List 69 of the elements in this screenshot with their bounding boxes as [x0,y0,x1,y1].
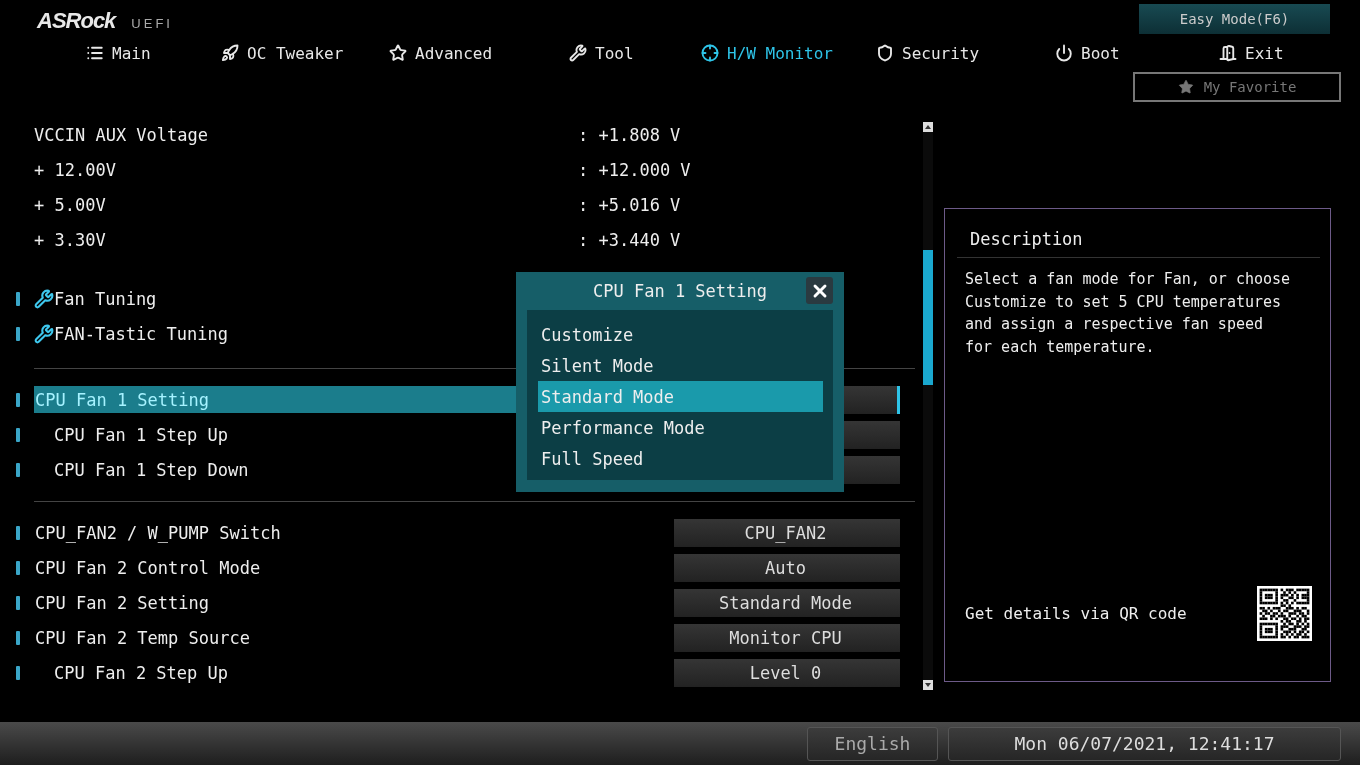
brand-subtitle: UEFI [131,16,173,31]
value-field[interactable]: Monitor CPU [674,623,900,652]
nav-tab[interactable]: Boot [1055,43,1219,63]
description-title: Description [957,229,1320,258]
row-marker [16,392,20,407]
popup-title: CPU Fan 1 Setting [593,281,767,301]
date-time: Mon 06/07/2021, 12:41:17 [948,726,1341,761]
nav-tab[interactable]: OC Tweaker [221,43,389,63]
reading-label: + 12.00V [34,159,117,180]
reading-value: : +5.016 V [578,194,681,215]
row-marker [16,462,20,477]
scroll-up-icon[interactable] [923,122,933,132]
row-marker [16,560,20,575]
value-field[interactable]: Standard Mode [674,588,900,617]
door-icon [1219,44,1237,62]
popup-option[interactable]: Silent Mode [538,350,823,381]
row-marker [16,595,20,610]
tool-link[interactable]: FAN-Tastic Tuning [54,323,228,344]
rocket-icon [221,44,239,62]
wrench-icon [569,44,587,62]
setting-label[interactable]: CPU_FAN2 / W_PUMP Switch [34,519,674,546]
row-marker [16,427,20,442]
reading-value: : +12.000 V [578,159,691,180]
qr-caption: Get details via QR code [965,604,1187,623]
reading-label: + 5.00V [34,194,107,215]
easy-mode-button[interactable]: Easy Mode(F6) [1139,4,1330,34]
row-marker [16,525,20,540]
qr-code [1257,586,1312,641]
scroll-thumb[interactable] [923,250,933,385]
popup-option[interactable]: Performance Mode [538,412,823,443]
row-marker [16,665,20,680]
my-favorite-button[interactable]: My Favorite [1133,72,1341,102]
row-marker [16,326,20,341]
crosshair-icon [701,44,719,62]
tool-link[interactable]: Fan Tuning [54,288,157,309]
shield-icon [876,44,894,62]
description-text: Select a fan mode for Fan, or choose Customize to set 5 CPU temperatures and assign a respective fan speed for each temperature. [965,269,1292,358]
reading-value: : +3.440 V [578,229,681,250]
reading-label: VCCIN AUX Voltage [34,124,209,145]
row-marker [16,291,20,306]
value-field[interactable]: Level 0 [674,658,900,687]
star-icon [389,44,407,62]
scroll-down-icon[interactable] [923,680,933,690]
value-field[interactable]: Auto [674,553,900,582]
scrollbar[interactable] [923,122,933,690]
wrench-icon [34,323,54,344]
list-icon [86,44,104,62]
setting-label[interactable]: CPU Fan 2 Control Mode [34,554,674,581]
popup-option[interactable]: Full Speed [538,443,823,474]
reading-value: : +1.808 V [578,124,681,145]
wrench-icon [34,288,54,309]
star-icon [1177,79,1194,95]
setting-label[interactable]: CPU Fan 2 Temp Source [34,624,674,651]
popup-option[interactable]: Customize [538,319,823,350]
setting-label[interactable]: CPU Fan 2 Setting [34,589,674,616]
nav-tab[interactable]: Exit [1219,43,1339,63]
brand-logo: ASRock [37,8,116,34]
nav-tab[interactable]: H/W Monitor [701,43,876,63]
nav-tab[interactable]: Tool [569,43,701,63]
nav-tab[interactable]: Advanced [389,43,569,63]
power-icon [1055,44,1073,62]
language-button[interactable]: English [807,726,938,761]
row-marker [16,630,20,645]
setting-label[interactable]: CPU Fan 2 Step Up [34,659,674,686]
reading-label: + 3.30V [34,229,107,250]
nav-tab[interactable]: Security [876,43,1055,63]
close-button[interactable] [806,277,833,304]
value-field[interactable]: CPU_FAN2 [674,518,900,547]
nav-tab[interactable]: Main [86,43,221,63]
